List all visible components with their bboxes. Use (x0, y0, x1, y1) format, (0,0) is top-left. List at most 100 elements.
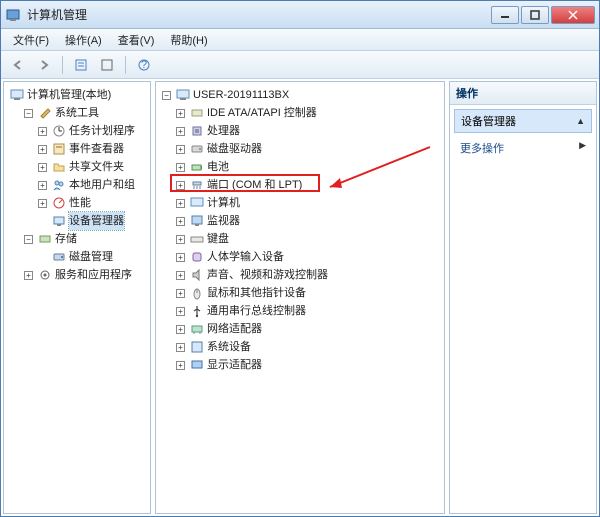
chevron-up-icon: ▲ (576, 116, 585, 126)
menu-view[interactable]: 查看(V) (110, 30, 163, 50)
expand-icon[interactable]: + (176, 163, 185, 172)
chevron-right-icon: ▶ (579, 140, 586, 151)
storage-icon (38, 232, 52, 246)
window-title: 计算机管理 (27, 6, 491, 23)
refresh-button[interactable] (96, 54, 118, 76)
expand-icon[interactable]: + (176, 325, 185, 334)
device-icon (52, 214, 66, 228)
tree-disk-management[interactable]: 磁盘管理 (36, 248, 148, 266)
expand-icon[interactable]: + (176, 127, 185, 136)
back-button[interactable] (7, 54, 29, 76)
clock-icon (52, 124, 66, 138)
device-keyboard[interactable]: + 键盘 (174, 230, 442, 248)
device-mouse[interactable]: + 鼠标和其他指针设备 (174, 284, 442, 302)
more-actions-link[interactable]: 更多操作 ▶ (450, 137, 596, 159)
device-tree: − USER-20191113BX +IDE ATA/ATAPI 控制器 +处理… (156, 82, 444, 378)
tree-label: 人体学输入设备 (207, 248, 284, 266)
tree-local-users[interactable]: +本地用户和组 (36, 176, 148, 194)
window: 计算机管理 文件(F) 操作(A) 查看(V) 帮助(H) ? (0, 0, 600, 517)
expand-icon[interactable]: + (38, 145, 47, 154)
services-icon (38, 268, 52, 282)
properties-button[interactable] (70, 54, 92, 76)
hid-icon (190, 250, 204, 264)
expand-icon[interactable]: + (176, 217, 185, 226)
tree-event-viewer[interactable]: +事件查看器 (36, 140, 148, 158)
tree-storage[interactable]: − 存储 (22, 230, 148, 248)
titlebar: 计算机管理 (1, 1, 599, 29)
expand-icon[interactable]: + (176, 361, 185, 370)
device-usb[interactable]: +通用串行总线控制器 (174, 302, 442, 320)
tree-label: 鼠标和其他指针设备 (207, 284, 306, 302)
help-button[interactable]: ? (133, 54, 155, 76)
expand-icon[interactable]: + (38, 163, 47, 172)
collapse-icon[interactable]: − (24, 109, 33, 118)
tree-label: USER-20191113BX (193, 86, 289, 104)
network-icon (190, 322, 204, 336)
expand-icon[interactable]: + (176, 109, 185, 118)
event-icon (52, 142, 66, 156)
minimize-button[interactable] (491, 6, 519, 24)
expand-icon[interactable]: + (24, 271, 33, 280)
actions-selected-label: 设备管理器 (461, 113, 516, 129)
expand-icon[interactable]: + (176, 271, 185, 280)
close-button[interactable] (551, 6, 595, 24)
tree-label: 声音、视频和游戏控制器 (207, 266, 328, 284)
expand-icon[interactable]: + (176, 145, 185, 154)
device-network[interactable]: +网络适配器 (174, 320, 442, 338)
expand-icon[interactable]: + (176, 199, 185, 208)
annotation-box (170, 174, 320, 192)
tree-label: 共享文件夹 (69, 158, 124, 176)
blank-toggle (38, 253, 47, 262)
device-sound[interactable]: + 声音、视频和游戏控制器 (174, 266, 442, 284)
menu-action[interactable]: 操作(A) (57, 30, 110, 50)
usb-icon (190, 304, 204, 318)
app-icon (5, 7, 21, 23)
collapse-icon[interactable]: − (162, 91, 171, 100)
cpu-icon (190, 124, 204, 138)
tree-label: 键盘 (207, 230, 229, 248)
maximize-button[interactable] (521, 6, 549, 24)
tree-label: 设备管理器 (69, 212, 124, 230)
computer-icon (10, 88, 24, 102)
tree-label: 计算机 (207, 194, 240, 212)
tree-systools[interactable]: − 系统工具 (22, 104, 148, 122)
forward-button[interactable] (33, 54, 55, 76)
expand-icon[interactable]: + (38, 181, 47, 190)
menu-help[interactable]: 帮助(H) (162, 30, 215, 50)
tree-device-manager[interactable]: 设备管理器 (36, 212, 148, 230)
tools-icon (38, 106, 52, 120)
tree-services[interactable]: + 服务和应用程序 (22, 266, 148, 284)
expand-icon[interactable]: + (176, 289, 185, 298)
expand-icon[interactable]: + (38, 127, 47, 136)
device-cpu[interactable]: +处理器 (174, 122, 442, 140)
tree-task-scheduler[interactable]: + 任务计划程序 (36, 122, 148, 140)
sound-icon (190, 268, 204, 282)
tree-label: 服务和应用程序 (55, 266, 132, 284)
disk-icon (52, 250, 66, 264)
left-tree: 计算机管理(本地) − 系统工具 + 任务计划程序 (4, 82, 150, 288)
monitor-icon (190, 214, 204, 228)
disk-drive-icon (190, 142, 204, 156)
expand-icon[interactable]: + (176, 253, 185, 262)
expand-icon[interactable]: + (176, 235, 185, 244)
tree-performance[interactable]: +性能 (36, 194, 148, 212)
toolbar-separator (62, 56, 63, 74)
device-tree-root[interactable]: − USER-20191113BX (160, 86, 442, 104)
tree-label: 显示适配器 (207, 356, 262, 374)
expand-icon[interactable]: + (176, 307, 185, 316)
expand-icon[interactable]: + (38, 199, 47, 208)
menu-file[interactable]: 文件(F) (5, 30, 57, 50)
collapse-icon[interactable]: − (24, 235, 33, 244)
device-display[interactable]: + 显示适配器 (174, 356, 442, 374)
tree-root[interactable]: 计算机管理(本地) (8, 86, 148, 104)
device-monitor[interactable]: +监视器 (174, 212, 442, 230)
actions-selected[interactable]: 设备管理器 ▲ (454, 109, 592, 133)
device-system[interactable]: +系统设备 (174, 338, 442, 356)
tree-label: 任务计划程序 (69, 122, 135, 140)
expand-icon[interactable]: + (176, 343, 185, 352)
tree-label: 计算机管理(本地) (27, 86, 111, 104)
tree-shared-folders[interactable]: + 共享文件夹 (36, 158, 148, 176)
device-ide[interactable]: +IDE ATA/ATAPI 控制器 (174, 104, 442, 122)
device-hid[interactable]: + 人体学输入设备 (174, 248, 442, 266)
left-pane: 计算机管理(本地) − 系统工具 + 任务计划程序 (3, 81, 151, 514)
